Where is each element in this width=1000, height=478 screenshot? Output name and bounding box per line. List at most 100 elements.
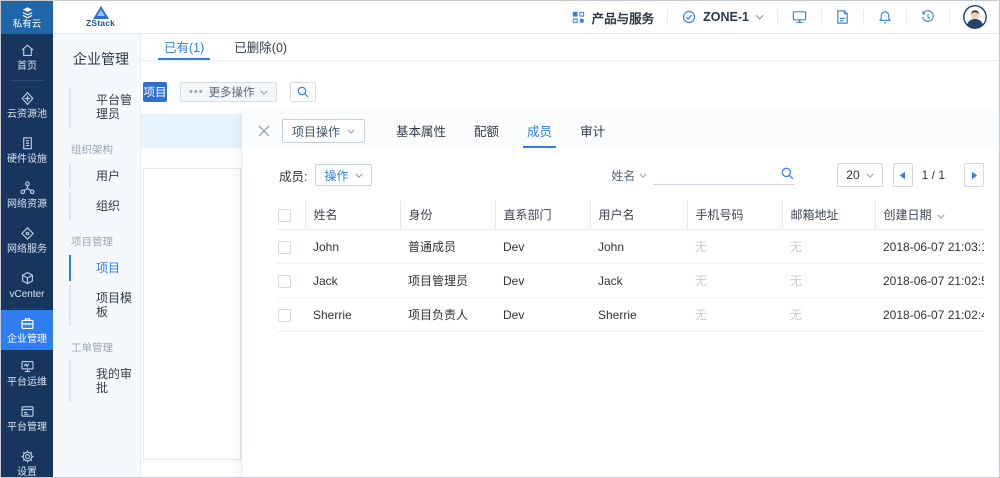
members-search-pagination: 姓名 20 1	[611, 163, 984, 187]
column-username: 用户名	[590, 200, 687, 230]
select-all-checkbox[interactable]	[278, 209, 291, 222]
row-checkbox[interactable]	[278, 309, 291, 322]
table-row[interactable]: Jack 项目管理员 Dev Jack 无 无 2018-06-07 21:02…	[277, 264, 984, 298]
sidebar-item-hardware[interactable]: 硬件设施	[1, 127, 53, 172]
monitor-icon	[791, 9, 808, 25]
member-search-input[interactable]	[653, 165, 771, 183]
column-created[interactable]: 创建日期	[875, 200, 984, 230]
table-row[interactable]: John 普通成员 Dev John 无 无 2018-06-07 21:03:…	[277, 230, 984, 264]
more-actions-button[interactable]: ••• 更多操作	[180, 82, 277, 102]
next-page-button[interactable]	[964, 163, 984, 187]
sidebar-item-settings[interactable]: 设置	[1, 440, 53, 478]
divider	[667, 10, 668, 25]
zstack-logo[interactable]: ZStack	[86, 6, 115, 28]
table-row[interactable]: Sherrie 项目负责人 Dev Sherrie 无 无 2018-06-07…	[277, 298, 984, 332]
selected-project-row[interactable]	[141, 114, 241, 148]
user-avatar[interactable]	[963, 5, 987, 29]
member-actions-dropdown[interactable]: 操作	[315, 164, 371, 186]
prev-page-button[interactable]	[893, 163, 913, 187]
subnav-item-users[interactable]: 用户	[69, 163, 140, 189]
subnav-section-organization: 组织架构	[53, 142, 140, 157]
platform-card-icon	[19, 403, 36, 420]
divider	[906, 10, 907, 25]
app-window: 私有云 首页 云资源池 硬件设施 网络资源 网络服务	[0, 0, 1000, 478]
briefcase-icon	[19, 315, 36, 332]
stack-layers-icon	[20, 6, 35, 19]
products-services-menu[interactable]: 产品与服务	[571, 8, 655, 27]
list-toolbar: 项目 ••• 更多操作	[143, 82, 316, 102]
documents-button[interactable]	[835, 9, 850, 25]
column-name: 姓名	[305, 200, 400, 230]
network-service-icon	[19, 225, 36, 242]
column-email: 邮箱地址	[782, 200, 875, 230]
chevron-down-icon	[639, 173, 647, 178]
background-table-area	[143, 168, 241, 460]
prev-arrow-icon	[899, 171, 906, 180]
column-role: 身份	[400, 200, 495, 230]
zstack-logo-text: ZStack	[86, 19, 115, 28]
primary-sidebar: 私有云 首页 云资源池 硬件设施 网络资源 网络服务	[1, 1, 53, 477]
sidebar-item-home[interactable]: 首页	[1, 34, 53, 79]
chevron-down-icon	[260, 90, 268, 95]
divider	[949, 10, 950, 25]
sidebar-item-enterprise[interactable]: 企业管理	[1, 310, 53, 350]
row-checkbox[interactable]	[278, 275, 291, 288]
ellipsis-icon: •••	[189, 87, 204, 98]
subnav-section-ticket-mgmt: 工单管理	[53, 340, 140, 355]
zone-icon	[681, 9, 697, 25]
subnav-item-project[interactable]: 项目	[69, 255, 140, 281]
subnav-item-my-approvals[interactable]: 我的审批	[69, 361, 140, 402]
sidebar-nav: 首页 云资源池 硬件设施 网络资源 网络服务 vCenter	[1, 34, 53, 478]
secondary-sidebar-title: 企业管理	[53, 49, 140, 69]
sidebar-item-cloud-pool[interactable]: 云资源池	[1, 82, 53, 127]
create-project-button[interactable]: 项目	[143, 82, 167, 102]
topbar: ZStack 产品与服务 ZONE-1	[53, 1, 999, 34]
row-checkbox[interactable]	[278, 241, 291, 254]
console-button[interactable]	[791, 9, 808, 25]
zone-selector[interactable]: ZONE-1	[681, 9, 764, 25]
sidebar-item-network-resource[interactable]: 网络资源	[1, 172, 53, 217]
tab-members[interactable]: 成员	[523, 114, 556, 148]
tab-audit[interactable]: 审计	[576, 114, 609, 148]
subnav-item-project-template[interactable]: 项目模板	[69, 285, 140, 326]
project-actions-dropdown[interactable]: 项目操作	[282, 119, 365, 143]
sidebar-item-vcenter[interactable]: vCenter	[1, 262, 53, 307]
tab-deleted[interactable]: 已删除(0)	[228, 34, 293, 60]
close-icon	[257, 124, 271, 138]
member-search-wrapper	[653, 165, 795, 185]
tab-basic-properties[interactable]: 基本属性	[392, 114, 450, 148]
ops-monitor-icon	[19, 358, 36, 375]
close-panel-button[interactable]	[257, 124, 271, 138]
sidebar-item-network-service[interactable]: 网络服务	[1, 217, 53, 262]
project-detail-panel: 项目操作 基本属性 配额 成员 审计 成员: 操作 姓名	[241, 114, 999, 477]
vcenter-cube-icon	[19, 270, 36, 287]
network-resource-icon	[19, 180, 36, 197]
subnav-item-platform-admin[interactable]: 平台管理员	[69, 87, 140, 128]
members-table: 姓名 身份 直系部门 用户名 手机号码 邮箱地址 创建日期 John 普通成员	[277, 200, 984, 332]
cloud-pool-icon	[19, 90, 36, 107]
search-icon	[296, 85, 310, 99]
topbar-actions: 产品与服务 ZONE-1	[571, 5, 999, 29]
sidebar-item-platform-mgmt[interactable]: 平台管理	[1, 395, 53, 440]
members-label: 成员:	[279, 166, 307, 185]
brand-label: 私有云	[13, 20, 42, 30]
notifications-button[interactable]	[877, 9, 893, 25]
search-field-selector[interactable]: 姓名	[611, 167, 647, 184]
table-header-row: 姓名 身份 直系部门 用户名 手机号码 邮箱地址 创建日期	[277, 200, 984, 230]
page-size-dropdown[interactable]: 20	[837, 163, 882, 187]
tab-quota[interactable]: 配额	[470, 114, 503, 148]
subnav-item-organization[interactable]: 组织	[69, 193, 140, 219]
chevron-down-icon	[755, 14, 764, 20]
sort-chevron-icon	[937, 214, 945, 219]
tab-existing[interactable]: 已有(1)	[158, 34, 210, 60]
divider	[863, 10, 864, 25]
sidebar-divider	[10, 80, 44, 81]
list-search-button[interactable]	[290, 82, 316, 102]
private-cloud-brand[interactable]: 私有云	[1, 1, 53, 34]
sidebar-item-platform-ops[interactable]: 平台运维	[1, 350, 53, 395]
member-search-button[interactable]	[780, 166, 795, 181]
search-icon	[780, 166, 795, 181]
divider	[777, 10, 778, 25]
bell-icon	[877, 9, 893, 25]
history-button[interactable]	[920, 9, 936, 25]
